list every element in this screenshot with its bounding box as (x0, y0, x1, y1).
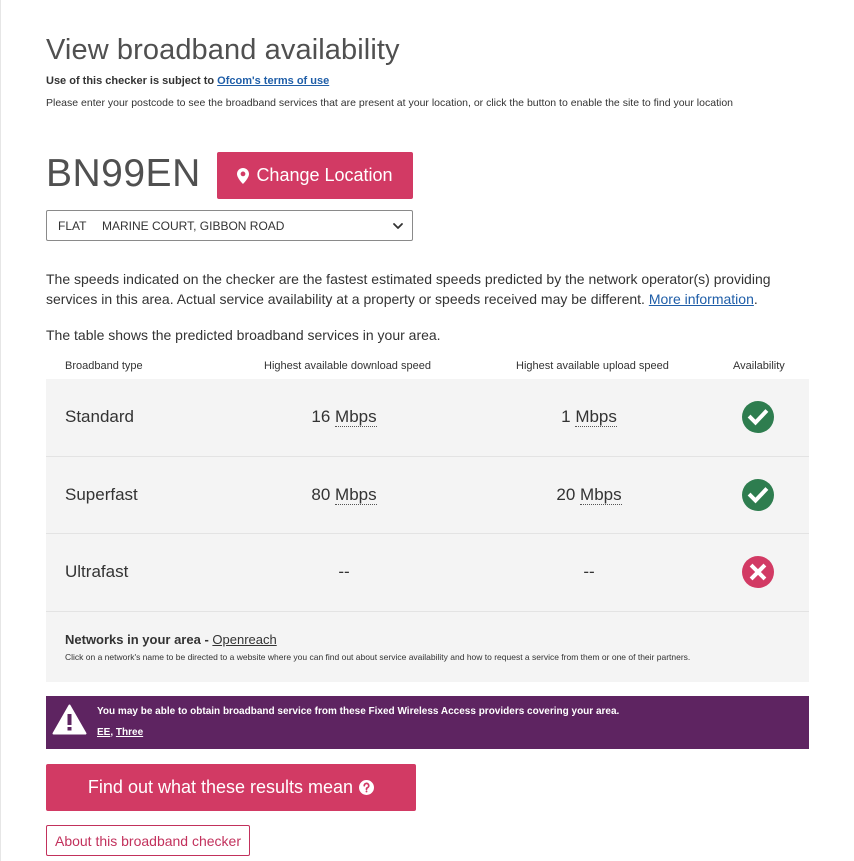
broadband-type: Ultrafast (65, 562, 129, 581)
chevron-down-icon (393, 222, 403, 229)
upload-unit: Mbps (580, 484, 622, 505)
download-value: 16 (311, 407, 331, 426)
download-speed: -- (264, 562, 424, 582)
broadband-type: Standard (65, 407, 134, 426)
networks-section: Networks in your area - Openreach Click … (46, 612, 809, 682)
table-header: Broadband type Highest available downloa… (46, 353, 809, 379)
header-broadband-type: Broadband type (65, 360, 143, 372)
change-location-button[interactable]: Change Location (217, 152, 413, 199)
page-left-border (0, 0, 1, 861)
address-select[interactable]: FLAT MARINE COURT, GIBBON ROAD (46, 210, 413, 241)
terms-notice: Use of this checker is subject to Ofcom'… (46, 75, 329, 87)
address-flat: FLAT (58, 218, 87, 233)
ee-link[interactable]: EE (97, 727, 110, 738)
download-unit: Mbps (335, 484, 377, 505)
networks-title: Networks in your area - (65, 631, 213, 647)
table-row: Standard 16 Mbps 1 Mbps (46, 379, 809, 457)
networks-hint: Click on a network's name to be directed… (65, 651, 691, 662)
find-out-results-button[interactable]: Find out what these results mean (46, 764, 416, 811)
page-title: View broadband availability (46, 34, 400, 66)
download-unit: Mbps (335, 407, 377, 427)
openreach-link[interactable]: Openreach (212, 632, 276, 647)
upload-value: -- (583, 562, 595, 581)
networks-heading: Networks in your area - Openreach (65, 632, 277, 647)
upload-speed: -- (509, 562, 669, 582)
upload-value: 1 (561, 407, 571, 426)
header-download-speed: Highest available download speed (264, 360, 431, 372)
question-circle-icon (359, 780, 375, 795)
fwa-message: You may be able to obtain broadband serv… (97, 706, 620, 717)
speeds-note: The speeds indicated on the checker are … (46, 271, 771, 307)
broadband-table: Standard 16 Mbps 1 Mbps Superfast 80 Mbp… (46, 379, 809, 682)
header-upload-speed: Highest available upload speed (516, 360, 669, 372)
download-speed: 80 Mbps (264, 484, 424, 505)
check-circle-icon (742, 401, 774, 433)
map-marker-icon (237, 167, 250, 184)
broadband-type: Superfast (65, 484, 138, 504)
cross-circle-icon (742, 556, 774, 588)
change-location-label: Change Location (256, 165, 393, 185)
upload-unit: Mbps (575, 407, 617, 427)
upload-value: 20 (556, 484, 576, 504)
intro-text: Please enter your postcode to see the br… (46, 97, 734, 109)
download-value: 80 (311, 484, 331, 504)
table-row: Ultrafast -- -- (46, 534, 809, 612)
upload-speed: 20 Mbps (509, 484, 669, 505)
check-circle-icon (742, 478, 774, 511)
download-speed: 16 Mbps (264, 407, 424, 427)
fwa-banner: You may be able to obtain broadband serv… (46, 696, 809, 749)
three-link[interactable]: Three (116, 727, 143, 738)
terms-link[interactable]: Ofcom's terms of use (217, 75, 329, 87)
header-availability: Availability (733, 360, 785, 372)
terms-prefix: Use of this checker is subject to (46, 75, 218, 87)
find-out-results-label: Find out what these results mean (87, 777, 354, 797)
fwa-providers: EE, Three (97, 727, 143, 738)
download-value: -- (338, 562, 350, 581)
warning-icon (52, 704, 87, 735)
address-street: MARINE COURT, GIBBON ROAD (102, 218, 285, 233)
about-checker-button[interactable]: About this broadband checker (46, 825, 250, 856)
table-row: Superfast 80 Mbps 20 Mbps (46, 457, 809, 534)
table-intro: The table shows the predicted broadband … (46, 327, 441, 343)
more-information-link[interactable]: More information (649, 291, 754, 307)
postcode-display: BN99EN (46, 152, 201, 195)
upload-speed: 1 Mbps (509, 407, 669, 427)
